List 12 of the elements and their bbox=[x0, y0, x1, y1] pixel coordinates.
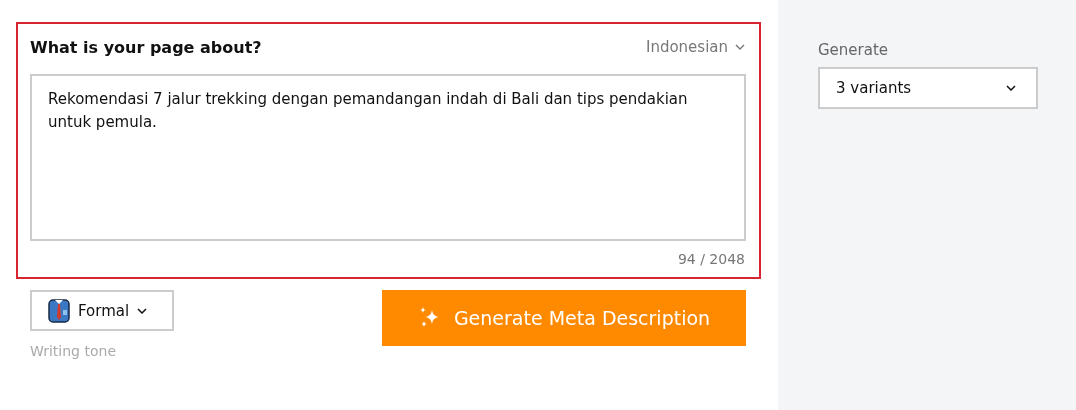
variants-dropdown[interactable]: 3 variants bbox=[818, 67, 1038, 109]
chevron-icon bbox=[1006, 85, 1016, 91]
tone-dropdown[interactable]: Formal bbox=[30, 290, 174, 331]
chevron-icon bbox=[735, 44, 745, 50]
field-label: What is your page about? bbox=[30, 37, 262, 57]
chevron-icon bbox=[137, 307, 148, 314]
topic-field[interactable]: Rekomendasi 7 jalur trekking dengan pemandangan indah di Bali dan tips pendakian untuk pemula. bbox=[30, 74, 746, 241]
character-counter: 94 / 2048 bbox=[677, 251, 745, 267]
generate-label: Generate bbox=[818, 41, 890, 59]
language-dropdown[interactable]: Indonesian bbox=[645, 38, 745, 56]
shirt-tie-icon bbox=[48, 298, 70, 323]
tone-caption: Writing tone bbox=[30, 343, 117, 359]
